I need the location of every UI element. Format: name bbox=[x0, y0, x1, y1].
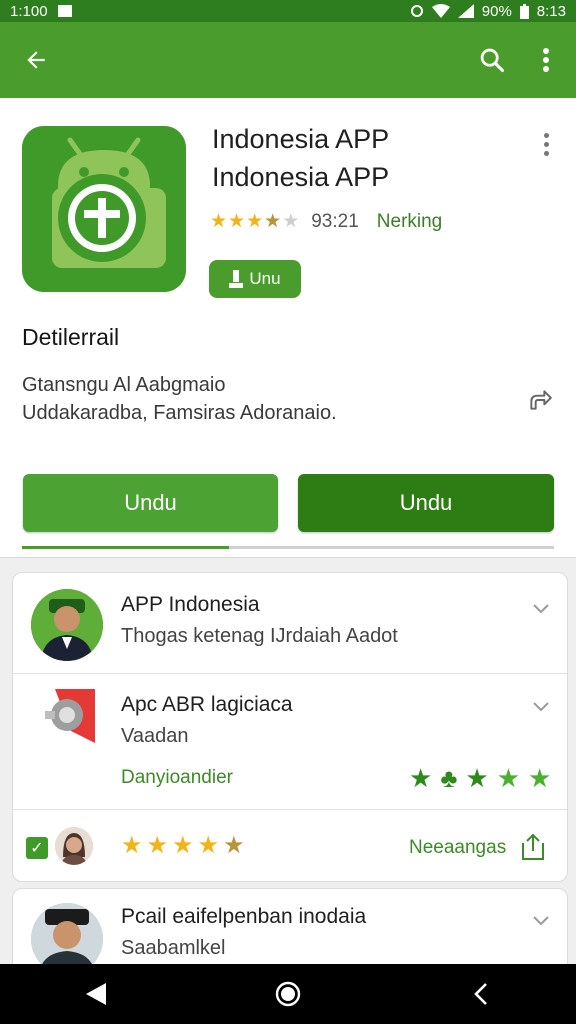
divider bbox=[13, 809, 567, 810]
nav-recent-button[interactable] bbox=[450, 964, 510, 1024]
green-rating-stars: ★ ♣ ★ ★ ★ bbox=[409, 763, 551, 794]
developer-link[interactable]: Danyioandier bbox=[121, 767, 233, 789]
android-logo-icon bbox=[22, 126, 186, 292]
list-item-subtitle: Thogas ketenag IJrdaiah Aadot bbox=[121, 625, 398, 647]
more-vert-icon bbox=[543, 48, 549, 72]
star-half-icon: ★ bbox=[264, 211, 282, 232]
avatar bbox=[31, 589, 103, 661]
description-line-2: Uddakaradba, Famsiras Adoranaio. bbox=[22, 402, 337, 424]
star-empty-icon: ★ bbox=[282, 211, 300, 232]
list-item-subtitle: Saabamlkel bbox=[121, 937, 226, 959]
app-thumbnail bbox=[41, 687, 99, 745]
more-options-button[interactable] bbox=[522, 36, 570, 84]
share-arrow-icon bbox=[530, 390, 552, 410]
expand-button[interactable] bbox=[529, 597, 553, 621]
star-icon: ★ bbox=[409, 763, 433, 793]
star-icon: ★ bbox=[228, 211, 246, 232]
back-button[interactable] bbox=[12, 36, 60, 84]
download-icon bbox=[229, 270, 244, 288]
person-avatar-icon bbox=[31, 589, 103, 661]
rating-row: ★ ★ ★ ★ ★ 93:21 Nerking bbox=[210, 210, 442, 233]
list-item-title: APP Indonesia bbox=[121, 593, 260, 616]
review-rating-stars: ★ ★ ★ ★ ★ bbox=[121, 831, 245, 860]
search-icon bbox=[480, 48, 505, 73]
triangle-back-icon bbox=[86, 983, 106, 1005]
list-item-subtitle: Vaadan bbox=[121, 725, 189, 747]
star-icon: ★ bbox=[528, 763, 552, 793]
rating-stars: ★ ★ ★ ★ ★ bbox=[210, 210, 299, 233]
related-apps-card: APP Indonesia Thogas ketenag IJrdaiah Aa… bbox=[12, 572, 568, 882]
more-vert-icon bbox=[543, 132, 549, 138]
star-icon: ★ bbox=[197, 832, 220, 859]
description-line-1: Gtansngu Al Aabgmaio bbox=[22, 374, 226, 396]
gear-app-icon bbox=[45, 689, 95, 743]
person-avatar-icon bbox=[55, 827, 93, 865]
app-bar bbox=[0, 22, 576, 98]
star-icon: ★ bbox=[146, 832, 169, 859]
status-bar: 1:100 90% 8:13 bbox=[0, 0, 576, 22]
nav-back-button[interactable] bbox=[66, 964, 126, 1024]
app-icon bbox=[22, 126, 186, 292]
reviewer-avatar bbox=[55, 827, 93, 865]
app-title: Indonesia APP Indonesia APP bbox=[212, 124, 390, 192]
nav-home-button[interactable] bbox=[258, 964, 318, 1024]
share-button[interactable] bbox=[517, 831, 549, 863]
rating-status: Nerking bbox=[376, 210, 443, 232]
system-nav-bar bbox=[0, 964, 576, 1024]
star-icon: ★ bbox=[465, 763, 489, 793]
install-chip-label: Unu bbox=[249, 269, 281, 288]
wifi-icon bbox=[431, 4, 450, 18]
battery-icon bbox=[519, 3, 529, 19]
alarm-icon bbox=[410, 5, 423, 17]
battery-percent: 90% bbox=[481, 2, 512, 20]
status-time: 1:100 bbox=[10, 2, 48, 20]
search-button[interactable] bbox=[468, 36, 516, 84]
details-heading: Detilerrail bbox=[22, 324, 120, 350]
download-progress-fill bbox=[22, 546, 230, 549]
status-clock: 8:13 bbox=[536, 2, 566, 20]
chevron-down-icon bbox=[533, 916, 549, 926]
star-icon: ★ bbox=[172, 832, 194, 859]
share-icon bbox=[522, 833, 544, 860]
install-button-left[interactable]: Undu bbox=[23, 474, 278, 532]
star-icon: ★ bbox=[246, 211, 264, 232]
list-item-title: Pcail eaifelpenban inodaia bbox=[121, 905, 367, 928]
share-button[interactable] bbox=[524, 384, 556, 416]
circle-home-icon bbox=[275, 981, 301, 1007]
checkbox[interactable]: ✓ bbox=[26, 837, 48, 859]
app-more-options-button[interactable] bbox=[532, 130, 560, 158]
chevron-left-icon bbox=[474, 983, 487, 1005]
notification-icon bbox=[57, 5, 72, 17]
android-icon: ♣ bbox=[440, 763, 458, 793]
chevron-down-icon bbox=[533, 604, 549, 614]
star-icon: ★ bbox=[121, 832, 143, 859]
expand-button[interactable] bbox=[529, 695, 553, 719]
install-button-right[interactable]: Undu bbox=[298, 474, 554, 532]
divider bbox=[13, 673, 567, 674]
star-half-icon: ★ bbox=[223, 832, 245, 859]
list-item-title: Apc ABR lagiciaca bbox=[121, 693, 293, 716]
download-progress-bar bbox=[22, 546, 554, 549]
footer-link[interactable]: Neeaangas bbox=[409, 837, 506, 859]
star-icon: ★ bbox=[496, 763, 520, 793]
more-dot bbox=[543, 141, 549, 147]
app-details-panel: Indonesia APP Indonesia APP ★ ★ ★ ★ ★ 93… bbox=[0, 98, 576, 558]
expand-button[interactable] bbox=[529, 909, 553, 933]
star-icon: ★ bbox=[210, 211, 228, 232]
arrow-left-icon bbox=[27, 51, 45, 69]
rating-count: 93:21 bbox=[311, 210, 359, 232]
chevron-down-icon bbox=[533, 702, 549, 712]
more-dot bbox=[543, 150, 549, 156]
install-chip-button[interactable]: Unu bbox=[209, 260, 301, 298]
signal-icon bbox=[457, 4, 474, 18]
